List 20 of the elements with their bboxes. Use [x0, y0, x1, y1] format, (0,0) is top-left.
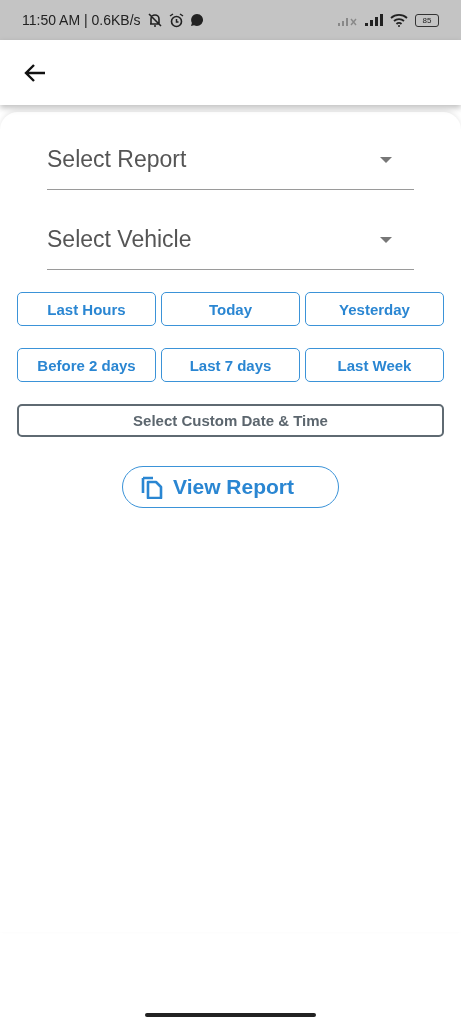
dropdown-arrow-icon: [380, 236, 392, 243]
date-range-button[interactable]: Before 2 days: [17, 348, 156, 382]
date-range-button[interactable]: Today: [161, 292, 300, 326]
copy-icon: [141, 475, 163, 499]
signal-icon: [365, 14, 383, 26]
muted-bell-icon: [146, 13, 163, 27]
status-time: 11:50 AM | 0.6KB/s: [22, 12, 141, 28]
wifi-icon: [390, 13, 408, 27]
date-range-button[interactable]: Last Hours: [17, 292, 156, 326]
date-range-button[interactable]: Last Week: [305, 348, 444, 382]
date-range-button[interactable]: Yesterday: [305, 292, 444, 326]
dropdown-field[interactable]: Select Vehicle: [47, 202, 414, 270]
dropdown-arrow-icon: [380, 156, 392, 163]
custom-date-button[interactable]: Select Custom Date & Time: [17, 404, 444, 437]
date-range-button[interactable]: Last 7 days: [161, 348, 300, 382]
chat-bubble-icon: [189, 13, 204, 27]
dropdown-field[interactable]: Select Report: [47, 122, 414, 190]
alarm-clock-icon: [168, 12, 184, 28]
view-report-button[interactable]: View Report: [122, 466, 339, 508]
battery-icon: 85: [415, 13, 439, 27]
